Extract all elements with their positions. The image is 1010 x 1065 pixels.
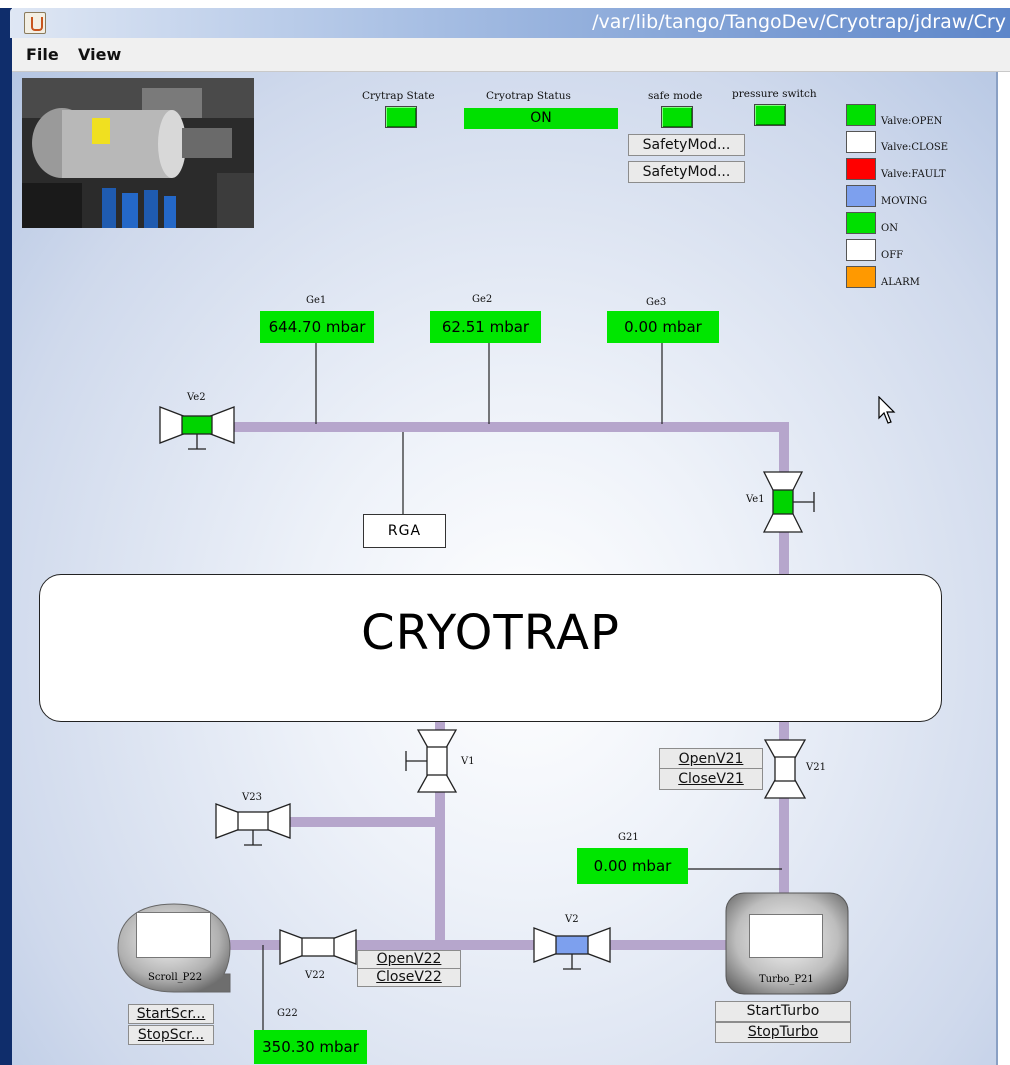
- valve-v21-label: V21: [806, 762, 826, 773]
- open-v22-button[interactable]: OpenV22: [357, 950, 461, 969]
- valve-v2-label: V2: [565, 914, 579, 925]
- gauge-ge3-value: 0.00 mbar: [607, 311, 719, 343]
- valve-v1-label: V1: [461, 756, 475, 767]
- scroll-pump[interactable]: Scroll_P22: [116, 900, 234, 998]
- window-left-border: [0, 8, 12, 1065]
- menu-file[interactable]: File: [26, 45, 59, 64]
- open-v21-button[interactable]: OpenV21: [659, 748, 763, 770]
- rga-box: RGA: [363, 514, 446, 548]
- valve-ve2[interactable]: [158, 405, 236, 455]
- gauge-ge2-value: 62.51 mbar: [430, 311, 541, 343]
- valve-v23[interactable]: [214, 802, 292, 848]
- menu-bar: File View: [12, 38, 1010, 72]
- turbo-pump[interactable]: Turbo_P21: [725, 892, 849, 995]
- stop-turbo-button[interactable]: StopTurbo: [715, 1022, 851, 1043]
- gauge-ge1-label: Ge1: [306, 295, 327, 306]
- valve-v2[interactable]: [532, 926, 612, 972]
- window-title: /var/lib/tango/TangoDev/Cryotrap/jdraw/C…: [592, 11, 1006, 33]
- gauge-ge3-label: Ge3: [646, 297, 667, 308]
- start-turbo-button[interactable]: StartTurbo: [715, 1001, 851, 1022]
- close-v21-button[interactable]: CloseV21: [659, 768, 763, 790]
- valve-v22-label: V22: [305, 970, 325, 981]
- gauge-g21-label: G21: [618, 832, 639, 843]
- scroll-pump-label: Scroll_P22: [148, 972, 203, 983]
- close-v22-button[interactable]: CloseV22: [357, 968, 461, 987]
- stop-scroll-button[interactable]: StopScr...: [128, 1025, 214, 1045]
- mouse-cursor-icon: [878, 396, 896, 424]
- synoptic-canvas: Crytrap State Cryotrap Status ON safe mo…: [12, 72, 998, 1065]
- cryotrap-label: CRYOTRAP: [361, 605, 620, 661]
- valve-ve1[interactable]: [762, 470, 822, 534]
- java-app-icon: [24, 12, 46, 34]
- menu-view[interactable]: View: [78, 45, 121, 64]
- turbo-pump-label: Turbo_P21: [759, 974, 814, 985]
- valve-ve2-label: Ve2: [187, 392, 206, 403]
- turbo-pump-display: [749, 914, 823, 958]
- valve-v21[interactable]: [763, 738, 809, 800]
- scroll-pump-display: [136, 912, 211, 958]
- gauge-g21-value: 0.00 mbar: [577, 848, 688, 884]
- gauge-g22-label: G22: [277, 1008, 298, 1019]
- valve-v1[interactable]: [404, 728, 466, 794]
- gauge-ge2-label: Ge2: [472, 294, 493, 305]
- start-scroll-button[interactable]: StartScr...: [128, 1004, 214, 1024]
- cryotrap-vessel: CRYOTRAP: [39, 574, 942, 722]
- gauge-g22-value: 350.30 mbar: [254, 1030, 367, 1064]
- window-titlebar[interactable]: /var/lib/tango/TangoDev/Cryotrap/jdraw/C…: [10, 8, 1010, 38]
- gauge-ge1-value: 644.70 mbar: [260, 311, 374, 343]
- valve-v22[interactable]: [278, 928, 358, 968]
